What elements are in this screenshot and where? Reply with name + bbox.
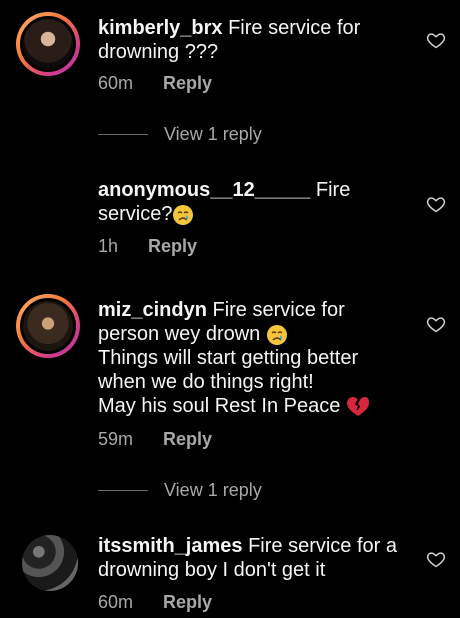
avatar[interactable] (22, 535, 78, 591)
view-replies-label: View 1 reply (164, 480, 262, 500)
comment-meta: 60m Reply (98, 73, 212, 94)
heart-outline-icon[interactable] (426, 194, 446, 214)
reply-button[interactable]: Reply (163, 429, 212, 450)
comment-body-line: person wey drown (98, 323, 261, 345)
heart-outline-icon[interactable] (426, 314, 446, 334)
comment-text: itssmith_james Fire service for a drowni… (98, 534, 398, 582)
username[interactable]: kimberly_brx (98, 17, 223, 39)
comment-text: kimberly_brx Fire service for drowning ?… (98, 16, 398, 64)
username[interactable]: miz_cindyn (98, 299, 207, 321)
comment-text: anonymous__12_____ Fire service? (98, 178, 398, 226)
reply-button[interactable]: Reply (148, 236, 197, 257)
avatar[interactable] (16, 12, 80, 76)
reply-button[interactable]: Reply (163, 73, 212, 94)
comment-meta: 60m Reply (98, 592, 212, 613)
heart-outline-icon[interactable] (426, 30, 446, 50)
timestamp: 60m (98, 73, 134, 93)
timestamp: 59m (98, 429, 134, 449)
avatar[interactable] (16, 294, 80, 358)
comment-meta: 1h Reply (98, 236, 197, 257)
comment-body-line: May his soul Rest In Peace (98, 395, 341, 417)
view-replies-label: View 1 reply (164, 124, 262, 144)
avatar-photo (20, 298, 76, 354)
crying-face-icon (266, 324, 287, 345)
comment-body-line: Things will start getting better (98, 347, 359, 369)
crying-face-icon (173, 204, 194, 225)
divider (98, 134, 148, 135)
comment-body-line: when we do things right! (98, 371, 314, 393)
reply-button[interactable]: Reply (163, 592, 212, 613)
view-replies-button[interactable]: View 1 reply (98, 124, 262, 145)
username[interactable]: anonymous__12_____ (98, 179, 310, 201)
broken-heart-icon (346, 396, 369, 416)
timestamp: 1h (98, 236, 119, 256)
username[interactable]: itssmith_james (98, 535, 243, 557)
comment-text: miz_cindyn Fire service for person wey d… (98, 298, 398, 418)
timestamp: 60m (98, 592, 134, 612)
divider (98, 490, 148, 491)
comment-meta: 59m Reply (98, 429, 212, 450)
avatar-photo (20, 16, 76, 72)
heart-outline-icon[interactable] (426, 549, 446, 569)
comment-body-line: Fire service for (206, 299, 345, 321)
view-replies-button[interactable]: View 1 reply (98, 480, 262, 501)
